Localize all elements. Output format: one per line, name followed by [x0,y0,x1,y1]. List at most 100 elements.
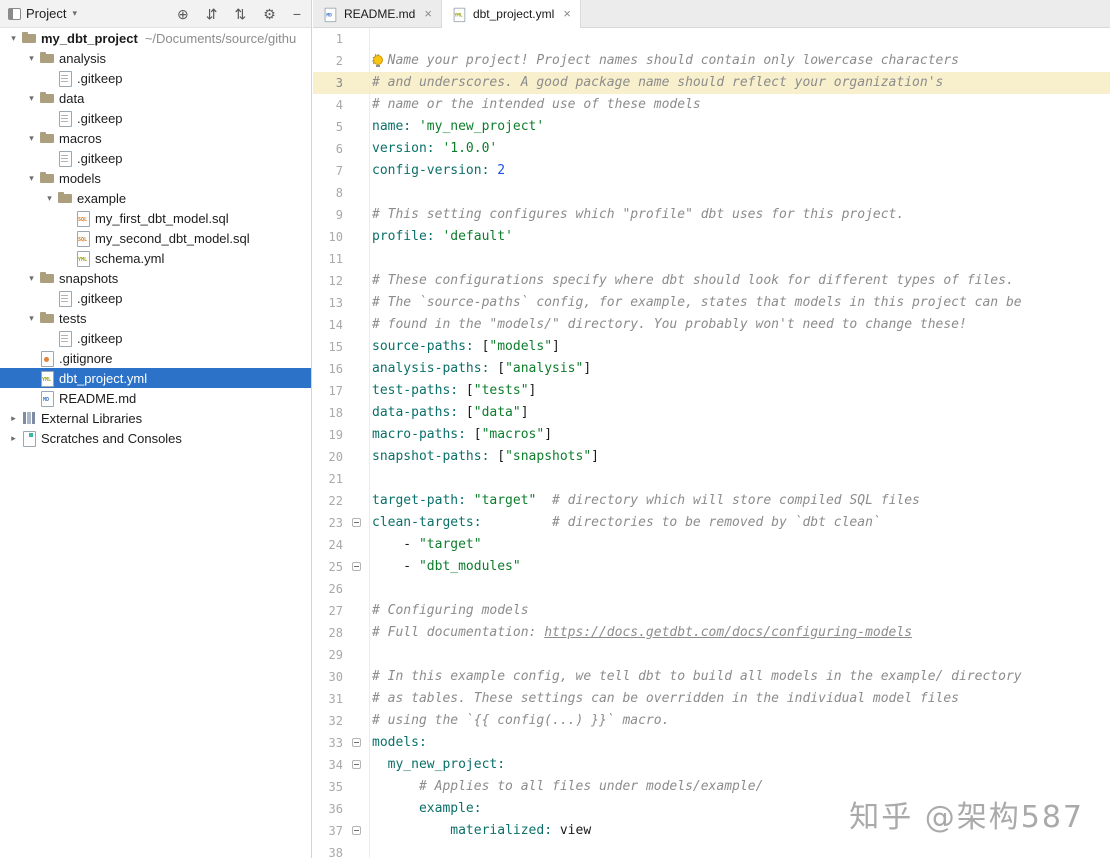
code-line-17[interactable]: 17 test-paths: ["tests"] [313,380,1110,402]
tree-chevron-icon[interactable]: ▾ [24,173,39,184]
code-line-8[interactable]: 8 [313,182,1110,204]
code-line-28[interactable]: 28 # Full documentation: https://docs.get… [313,622,1110,644]
hide-panel-icon[interactable]: − [293,7,301,21]
code-line-19[interactable]: 19 macro-paths: ["macros"] [313,424,1110,446]
tree-item-scratches-and-consoles[interactable]: ▸ Scratches and Consoles [0,428,311,448]
fold-icon[interactable] [352,738,361,747]
tool-window-icon [8,7,21,20]
code-line-5[interactable]: 5 name: 'my_new_project' [313,116,1110,138]
code-line-27[interactable]: 27 # Configuring models [313,600,1110,622]
tree-chevron-icon[interactable]: ▾ [24,273,39,284]
code-editor[interactable]: 1 2 # Name your project! Project names sho… [313,28,1110,858]
code-line-29[interactable]: 29 [313,644,1110,666]
tree-item-analysis[interactable]: ▾ analysis [0,48,311,68]
tree-item-label: my_first_dbt_model.sql [95,210,229,226]
tree-chevron-icon[interactable]: ▾ [24,53,39,64]
close-tab-icon[interactable]: × [424,7,432,20]
code-line-16[interactable]: 16 analysis-paths: ["analysis"] [313,358,1110,380]
fold-column [347,512,365,534]
code-line-20[interactable]: 20 snapshot-paths: ["snapshots"] [313,446,1110,468]
code-line-18[interactable]: 18 data-paths: ["data"] [313,402,1110,424]
code-line-22[interactable]: 22 target-path: "target" # directory whic… [313,490,1110,512]
code-line-33[interactable]: 33 models: [313,732,1110,754]
code-line-35[interactable]: 35 # Applies to all files under models/e… [313,776,1110,798]
code-line-36[interactable]: 36 example: [313,798,1110,820]
fold-icon[interactable] [352,760,361,769]
tab-readme-md[interactable]: README.md × [313,0,442,27]
code-line-14[interactable]: 14 # found in the "models/" directory. Yo… [313,314,1110,336]
tree-item-readme-md[interactable]: README.md [0,388,311,408]
tree-item-my-first-dbt-model-sql[interactable]: my_first_dbt_model.sql [0,208,311,228]
code-line-26[interactable]: 26 [313,578,1110,600]
tree-chevron-icon[interactable]: ▾ [42,193,57,204]
tree-chevron-icon[interactable]: ▸ [6,433,21,444]
code-line-34[interactable]: 34 my_new_project: [313,754,1110,776]
tree-item-my-dbt-project[interactable]: ▾ my_dbt_project ~/Documents/source/githu [0,28,311,48]
close-tab-icon[interactable]: × [563,7,571,20]
code-line-32[interactable]: 32 # using the `{{ config(...) }}` macro. [313,710,1110,732]
code-line-4[interactable]: 4 # name or the intended use of these mod… [313,94,1110,116]
line-number: 11 [328,252,343,266]
code-line-23[interactable]: 23 clean-targets: # directories to be rem… [313,512,1110,534]
code-line-6[interactable]: 6 version: '1.0.0' [313,138,1110,160]
tree-item-label: .gitignore [59,350,113,366]
tree-item-my-second-dbt-model-sql[interactable]: my_second_dbt_model.sql [0,228,311,248]
code-line-38[interactable]: 38 [313,842,1110,858]
code-line-31[interactable]: 31 # as tables. These settings can be ove… [313,688,1110,710]
collapse-all-icon[interactable]: ⇅ [235,7,247,21]
tree-item-dbt-project-yml[interactable]: dbt_project.yml [0,368,311,388]
chevron-down-icon[interactable]: ▾ [72,8,77,19]
project-panel-title[interactable]: Project [26,6,66,21]
fold-icon[interactable] [352,826,361,835]
line-number: 31 [328,692,343,706]
tab-dbt-project-yml[interactable]: dbt_project.yml × [441,0,581,28]
code-line-24[interactable]: 24 - "target" [313,534,1110,556]
tree-chevron-icon[interactable]: ▾ [24,313,39,324]
tree-chevron-icon[interactable]: ▾ [24,133,39,144]
tree-item-macros[interactable]: ▾ macros [0,128,311,148]
tree-item-snapshots[interactable]: ▾ snapshots [0,268,311,288]
code-text: # Applies to all files under models/exam… [418,779,764,794]
tree-item-data[interactable]: ▾ data [0,88,311,108]
code-line-37[interactable]: 37 materialized: view [313,820,1110,842]
tree-item-external-libraries[interactable]: ▸ External Libraries [0,408,311,428]
tree-item-gitkeep[interactable]: .gitkeep [0,148,311,168]
code-line-7[interactable]: 7 config-version: 2 [313,160,1110,182]
settings-gear-icon[interactable]: ⚙ [263,7,276,21]
code-line-15[interactable]: 15 source-paths: ["models"] [313,336,1110,358]
code-line-21[interactable]: 21 [313,468,1110,490]
tree-item-gitignore[interactable]: .gitignore [0,348,311,368]
intention-bulb-icon[interactable] [373,55,383,67]
file-icon [57,290,73,307]
line-number: 4 [335,98,343,112]
fold-icon[interactable] [352,518,361,527]
code-line-10[interactable]: 10 profile: 'default' [313,226,1110,248]
code-line-25[interactable]: 25 - "dbt_modules" [313,556,1110,578]
fold-icon[interactable] [352,562,361,571]
code-line-2[interactable]: 2 # Name your project! Project names shou… [313,50,1110,72]
tree-chevron-icon[interactable]: ▾ [24,93,39,104]
tree-item-schema-yml[interactable]: schema.yml [0,248,311,268]
tree-item-gitkeep[interactable]: .gitkeep [0,288,311,308]
tree-item-models[interactable]: ▾ models [0,168,311,188]
code-line-12[interactable]: 12 # These configurations specify where d… [313,270,1110,292]
code-line-13[interactable]: 13 # The `source-paths` config, for examp… [313,292,1110,314]
tree-chevron-icon[interactable]: ▸ [6,413,21,424]
line-number: 29 [328,648,343,662]
tree-item-tests[interactable]: ▾ tests [0,308,311,328]
expand-all-icon[interactable]: ⇵ [206,7,218,21]
tree-item-gitkeep[interactable]: .gitkeep [0,68,311,88]
code-line-30[interactable]: 30 # In this example config, we tell dbt … [313,666,1110,688]
line-number: 18 [328,406,343,420]
code-line-9[interactable]: 9 # This setting configures which "profil… [313,204,1110,226]
tree-item-example[interactable]: ▾ example [0,188,311,208]
code-line-11[interactable]: 11 [313,248,1110,270]
tree-chevron-icon[interactable]: ▾ [6,33,21,44]
locate-file-icon[interactable]: ⊕ [177,7,189,21]
editor-tabs: README.md × dbt_project.yml × [313,0,1110,28]
code-line-1[interactable]: 1 [313,28,1110,50]
tree-item-gitkeep[interactable]: .gitkeep [0,108,311,128]
ide-window: Project ▾ ⊕ ⇵ ⇅ ⚙ − ▾ my_dbt_project ~/Documen… [0,0,1110,858]
code-line-3[interactable]: 3 # and underscores. A good package name … [313,72,1110,94]
tree-item-gitkeep[interactable]: .gitkeep [0,328,311,348]
